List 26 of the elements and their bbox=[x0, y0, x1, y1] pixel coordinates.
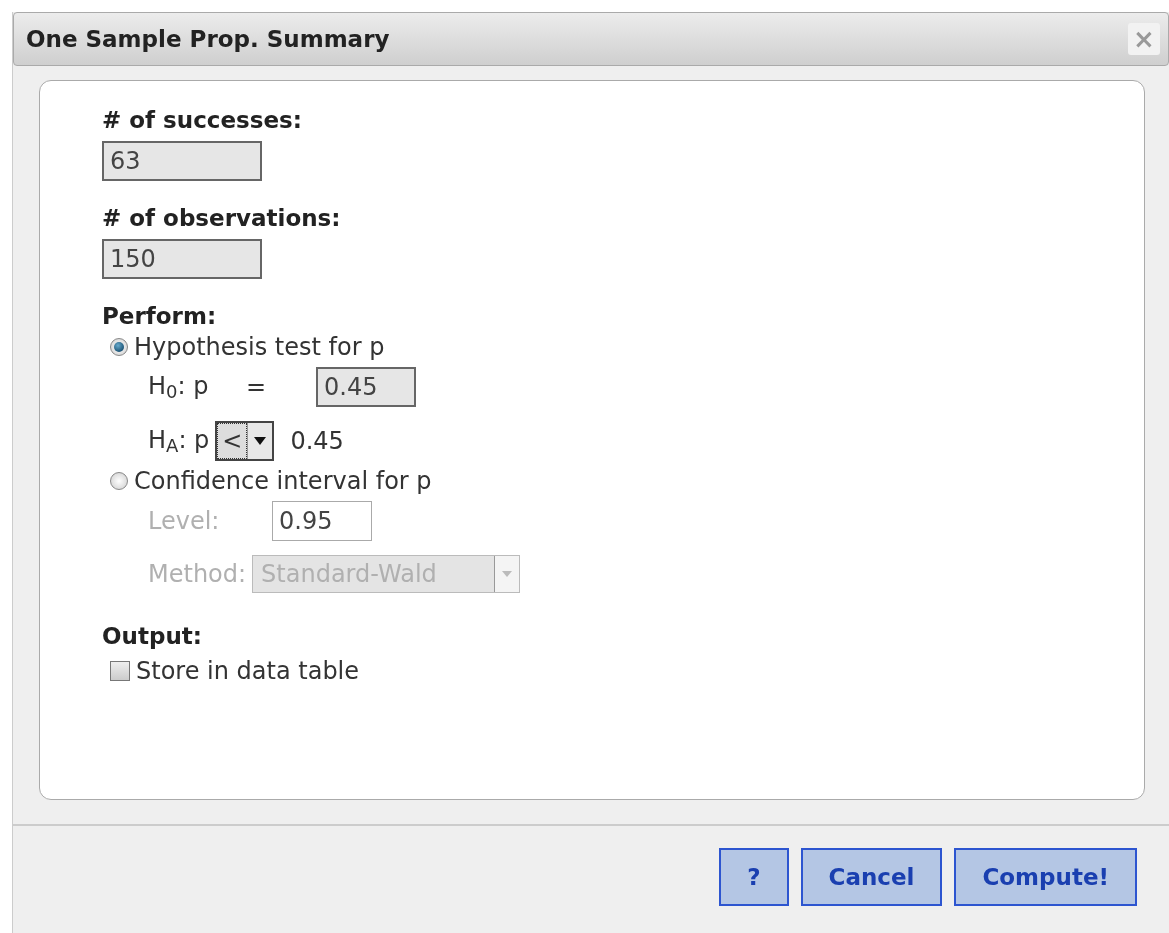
checkbox[interactable] bbox=[110, 661, 130, 681]
level-label: Level: bbox=[148, 507, 221, 535]
method-label: Method: bbox=[148, 560, 247, 588]
alternative-hypothesis-label: H$_{A}$: p bbox=[148, 426, 210, 456]
radio-label: Confidence interval for p bbox=[134, 467, 432, 495]
checkbox-label: Store in data table bbox=[136, 657, 360, 685]
compute-button[interactable]: Compute! bbox=[954, 848, 1137, 906]
equals-sign: = bbox=[246, 373, 268, 401]
field-label: # of successes: bbox=[102, 106, 303, 135]
operator-dropdown[interactable]: < bbox=[215, 421, 275, 461]
caret-icon bbox=[254, 437, 267, 445]
cancel-button[interactable]: Cancel bbox=[800, 848, 943, 906]
field-label: # of observations: bbox=[102, 204, 342, 233]
help-button[interactable]: ? bbox=[719, 848, 789, 906]
section-label: Output: bbox=[102, 622, 203, 651]
radio-button[interactable] bbox=[110, 472, 128, 490]
radio-button[interactable] bbox=[110, 338, 128, 356]
caret-icon bbox=[502, 571, 513, 577]
section-label: Perform: bbox=[102, 302, 218, 331]
observations-field[interactable]: 150 bbox=[102, 239, 262, 279]
null-value-field[interactable]: 0.45 bbox=[316, 367, 416, 407]
radio-label: Hypothesis test for p bbox=[134, 333, 385, 361]
null-hypothesis-label: H$_{0}$: p bbox=[148, 372, 210, 402]
successes-field[interactable]: 63 bbox=[102, 141, 262, 181]
window-title: One Sample Prop. Summary bbox=[26, 26, 390, 52]
alternative-value: 0.45 bbox=[290, 427, 344, 455]
